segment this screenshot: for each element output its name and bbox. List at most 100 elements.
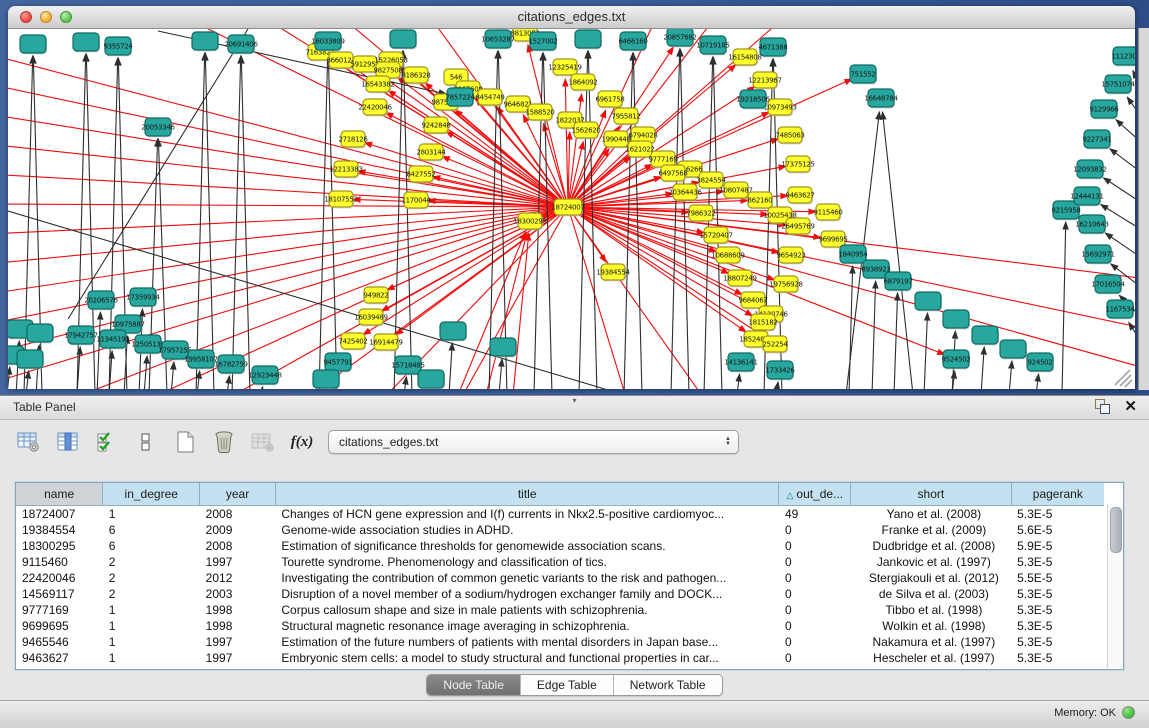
table-cell[interactable]: 5.9E-5 (1011, 538, 1104, 554)
table-cell[interactable]: Franke et al. (2009) (851, 522, 1011, 538)
graph-node-teal[interactable]: 20691406 (224, 35, 258, 55)
graph-node-teal[interactable]: 9227341 (1082, 130, 1111, 150)
table-row[interactable]: 1456911722003Disruption of a novel membe… (16, 586, 1104, 602)
graph-node-teal[interactable]: 1112304 (1111, 47, 1135, 67)
table-cell[interactable]: 2 (103, 554, 200, 570)
select-columns-icon[interactable] (55, 429, 81, 455)
graph-node-teal[interactable]: 751552 (850, 65, 877, 85)
table-cell[interactable]: 0 (779, 602, 851, 618)
table-settings-icon[interactable] (16, 429, 42, 455)
graph-node-teal[interactable]: 12923448 (248, 366, 281, 386)
graph-node-yellow[interactable]: 1588520 (525, 104, 554, 122)
memory-ok-icon[interactable] (1122, 706, 1135, 719)
table-cell[interactable]: Stergiakouli et al. (2012) (851, 570, 1011, 586)
graph-node-teal[interactable]: 14136141 (724, 353, 757, 373)
function-builder-icon[interactable]: f(x) (289, 429, 315, 455)
table-cell[interactable]: Structural magnetic resonance image aver… (275, 618, 779, 634)
graph-node-yellow[interactable]: 7485063 (775, 127, 804, 145)
table-cell[interactable]: 5.5E-5 (1011, 570, 1104, 586)
node-table[interactable]: namein_degreeyeartitle△out_de...shortpag… (15, 482, 1124, 670)
table-cell[interactable]: 5.3E-5 (1011, 602, 1104, 618)
table-row[interactable]: 1938455462009Genome-wide association stu… (16, 522, 1104, 538)
clear-selection-icon[interactable] (133, 429, 159, 455)
graph-node-yellow[interactable]: 6961758 (595, 91, 624, 109)
table-cell[interactable]: 9463627 (16, 650, 103, 666)
column-header[interactable]: year (200, 483, 276, 506)
graph-node-teal[interactable]: 19958107 (184, 350, 217, 370)
tab-node-table[interactable]: Node Table (427, 675, 521, 695)
close-panel-icon[interactable]: ✕ (1124, 399, 1137, 414)
float-window-icon[interactable] (1095, 399, 1110, 414)
graph-node-yellow[interactable]: 862160 (748, 192, 773, 210)
table-cell[interactable]: 5.3E-5 (1011, 506, 1104, 523)
table-cell[interactable]: 5.3E-5 (1011, 634, 1104, 650)
graph-node-teal[interactable]: 20857682 (663, 29, 696, 48)
table-cell[interactable]: 18724007 (16, 506, 103, 523)
graph-node-yellow[interactable]: 1562620 (571, 122, 600, 140)
table-cell[interactable]: Yano et al. (2008) (851, 506, 1011, 523)
resize-grip[interactable] (1115, 370, 1132, 387)
graph-node-teal[interactable] (943, 310, 970, 330)
table-cell[interactable]: 5.3E-5 (1011, 554, 1104, 570)
graph-node-yellow[interactable]: 1864092 (568, 74, 597, 92)
table-cell[interactable]: Nakamura et al. (1997) (851, 634, 1011, 650)
graph-node-yellow[interactable]: 8427552 (406, 166, 435, 184)
table-cell[interactable]: Wolkin et al. (1998) (851, 618, 1011, 634)
table-cell[interactable]: 1 (103, 602, 200, 618)
graph-node-teal[interactable]: 10653287 (481, 30, 514, 50)
graph-node-teal[interactable] (915, 292, 942, 312)
table-cell[interactable]: 2008 (200, 538, 276, 554)
graph-node-teal[interactable]: 6879197 (883, 272, 912, 292)
graph-node-yellow[interactable]: 1170044 (401, 192, 431, 210)
table-cell[interactable]: 18300295 (16, 538, 103, 554)
table-cell[interactable]: de Silva et al. (2003) (851, 586, 1011, 602)
graph-node-teal[interactable] (192, 32, 219, 52)
graph-node-yellow[interactable]: 20364436 (668, 184, 702, 202)
table-header-row[interactable]: namein_degreeyeartitle△out_de...shortpag… (16, 483, 1104, 506)
table-cell[interactable]: 49 (779, 506, 851, 523)
graph-node-teal[interactable]: 1527002 (528, 32, 557, 52)
graph-node-yellow[interactable]: 9654923 (776, 247, 805, 265)
graph-node-teal[interactable]: 20053346 (141, 118, 175, 138)
column-header[interactable]: title (275, 483, 779, 506)
table-cell[interactable]: 9465546 (16, 634, 103, 650)
graph-node-yellow[interactable]: 22420046 (358, 99, 392, 117)
table-tabs[interactable]: Node TableEdge TableNetwork Table (426, 674, 722, 696)
table-row[interactable]: 969969511998Structural magnetic resonanc… (16, 618, 1104, 634)
table-cell[interactable]: 5.6E-5 (1011, 522, 1104, 538)
graph-node-teal[interactable]: 16210643 (1075, 215, 1108, 235)
graph-node-teal[interactable]: 9524502 (941, 350, 970, 370)
graph-node-yellow[interactable]: 8186328 (401, 67, 430, 85)
table-cell[interactable]: 1 (103, 650, 200, 666)
graph-node-teal[interactable] (1000, 340, 1027, 360)
graph-node-teal[interactable]: 6466160 (618, 32, 647, 52)
table-cell[interactable]: 5.3E-5 (1011, 650, 1104, 666)
table-row[interactable]: 946362711997Embryonic stem cells: a mode… (16, 650, 1104, 666)
table-row[interactable]: 946554611997Estimation of the future num… (16, 634, 1104, 650)
table-cell[interactable]: 0 (779, 538, 851, 554)
table-cell[interactable]: 1 (103, 506, 200, 523)
table-cell[interactable]: 2012 (200, 570, 276, 586)
table-cell[interactable]: 1997 (200, 554, 276, 570)
graph-node-teal[interactable]: 15692971 (1081, 245, 1114, 265)
graph-node-yellow[interactable]: 18724007 (551, 199, 584, 217)
table-row[interactable]: 2242004622012Investigating the contribut… (16, 570, 1104, 586)
table-cell[interactable]: Disruption of a novel member of a sodium… (275, 586, 779, 602)
table-cell[interactable]: 0 (779, 522, 851, 538)
graph-node-teal[interactable]: 12444131 (1070, 187, 1103, 207)
graph-node-yellow[interactable]: 6497568 (658, 165, 687, 183)
graph-node-yellow[interactable]: 9242848 (421, 117, 450, 135)
graph-node-teal[interactable] (575, 30, 602, 50)
graph-node-teal[interactable]: 16648784 (864, 89, 898, 109)
table-cell[interactable]: 0 (779, 570, 851, 586)
table-panel-header[interactable]: ▾ Table Panel ✕ (0, 396, 1149, 420)
graph-node-yellow[interactable]: 18300295 (513, 213, 546, 231)
graph-node-teal[interactable]: 16782759 (214, 355, 247, 375)
table-scrollbar[interactable] (1107, 504, 1123, 668)
graph-node-yellow[interactable]: 9115460 (813, 204, 842, 222)
graph-node-teal[interactable] (418, 370, 445, 389)
select-all-rows-icon[interactable] (94, 429, 120, 455)
graph-node-teal[interactable]: 16033809 (311, 32, 344, 52)
table-cell[interactable]: 1998 (200, 618, 276, 634)
tab-network-table[interactable]: Network Table (614, 675, 722, 695)
